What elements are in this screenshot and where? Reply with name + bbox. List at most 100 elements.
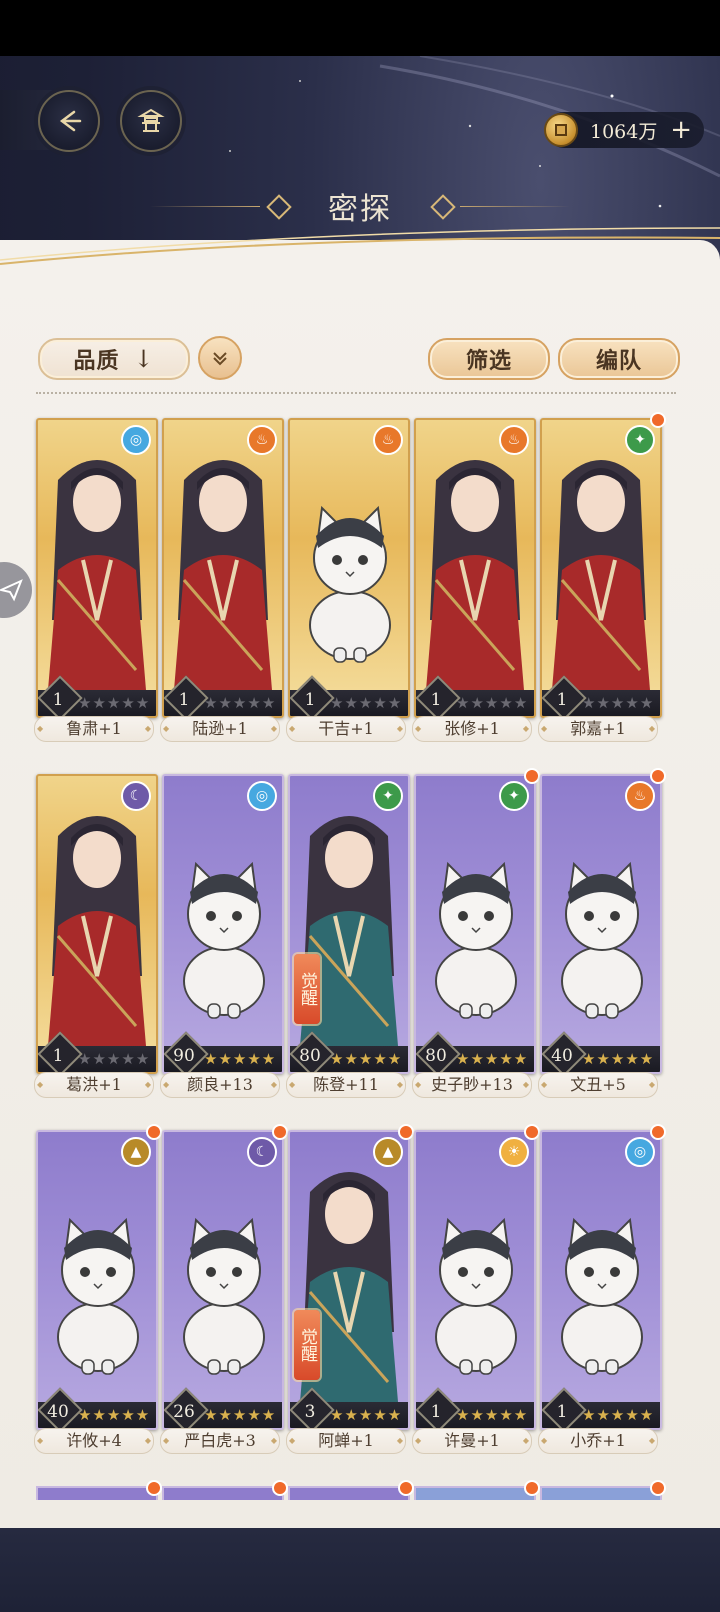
star-rating: ★★★★★: [204, 694, 277, 712]
character-card[interactable]: ☾ ★★★★★ 26: [162, 1130, 284, 1430]
title-row: 密探: [0, 184, 720, 227]
cat-portrait: [164, 776, 282, 1046]
fire-icon: ♨: [499, 425, 529, 455]
level-number: 90: [173, 1046, 195, 1066]
sort-order-toggle[interactable]: [198, 336, 242, 380]
star-rating: ★★★★★: [204, 1406, 277, 1424]
gold-swoosh-decoration: [0, 227, 720, 265]
back-button[interactable]: [38, 90, 100, 152]
level-number: 1: [52, 690, 64, 710]
character-card[interactable]: ♨ ★★★★★ 40: [540, 774, 662, 1074]
team-button[interactable]: 编队: [558, 338, 680, 380]
back-arrow-icon: [59, 110, 82, 132]
roster-panel: 品质 ↓ 筛选 编队 ◎ ★★★★★ 1 鲁肃+1 ♨ ★★★★★ 1 陆逊+1: [0, 227, 720, 1530]
water-icon: ◎: [121, 425, 151, 455]
cat-portrait: [416, 1132, 534, 1402]
character-card[interactable]: ♨ ★★★★★ 1: [288, 418, 410, 718]
character-card[interactable]: ☾ ★★★★★ 1: [36, 774, 158, 1074]
character-card[interactable]: [36, 1486, 158, 1500]
character-card[interactable]: ◎ ★★★★★ 1: [36, 418, 158, 718]
star-rating: ★★★★★: [582, 1406, 655, 1424]
character-card[interactable]: ✦ 觉醒 ★★★★★ 80: [288, 774, 410, 1074]
character-name: 颜良+13: [160, 1072, 280, 1098]
wood-icon: ✦: [373, 781, 403, 811]
character-card[interactable]: ◎ ★★★★★ 90: [162, 774, 284, 1074]
star-rating: ★★★★★: [456, 1050, 529, 1068]
notification-dot: [524, 1124, 540, 1140]
character-portrait: [542, 420, 660, 690]
notification-dot: [524, 1480, 540, 1496]
sort-quality-button[interactable]: 品质 ↓: [38, 338, 190, 380]
awakened-badge: 觉醒: [294, 1310, 320, 1380]
wood-icon: ✦: [499, 781, 529, 811]
awakened-badge: 觉醒: [294, 954, 320, 1024]
sun-icon: ☀: [499, 1137, 529, 1167]
home-button[interactable]: [120, 90, 182, 152]
cat-portrait: [416, 776, 534, 1046]
moon-icon: ☾: [247, 1137, 277, 1167]
character-name: 张修+1: [412, 716, 532, 742]
page-title: 密探: [328, 192, 392, 227]
star-rating: ★★★★★: [204, 1050, 277, 1068]
fire-icon: ♨: [373, 425, 403, 455]
earth-icon: ▲: [373, 1137, 403, 1167]
add-currency-button[interactable]: +: [670, 117, 692, 143]
pavilion-icon: [137, 108, 165, 132]
level-number: 40: [47, 1402, 69, 1422]
game-screen: 1064万 + 密探 品质 ↓ 筛选 编队 ◎ ★★★★★ 1 ◆ 鲁肃+1 ◆…: [0, 56, 720, 1612]
star-rating: ★★★★★: [456, 1406, 529, 1424]
currency-amount: 1064万: [590, 120, 658, 143]
character-name: 小乔+1: [538, 1428, 658, 1454]
character-name: 干吉+1: [286, 716, 406, 742]
character-card[interactable]: ▲ ★★★★★ 40: [36, 1130, 158, 1430]
character-card[interactable]: ☀ ★★★★★ 1: [414, 1130, 536, 1430]
notification-dot: [146, 1480, 162, 1496]
character-card[interactable]: [162, 1486, 284, 1500]
fire-icon: ♨: [625, 781, 655, 811]
notification-dot: [524, 768, 540, 784]
notification-dot: [398, 1124, 414, 1140]
character-card[interactable]: ♨ ★★★★★ 1: [414, 418, 536, 718]
character-portrait: [416, 420, 534, 690]
character-card[interactable]: ▲ 觉醒 ★★★★★ 3: [288, 1130, 410, 1430]
divider: [36, 392, 676, 394]
character-name: 郭嘉+1: [538, 716, 658, 742]
title-divider-right: [460, 206, 570, 207]
character-card[interactable]: ◎ ★★★★★ 1: [540, 1130, 662, 1430]
level-number: 80: [425, 1046, 447, 1066]
character-name: 许曼+1: [412, 1428, 532, 1454]
star-rating: ★★★★★: [78, 694, 151, 712]
notification-dot: [650, 768, 666, 784]
earth-icon: ▲: [121, 1137, 151, 1167]
star-rating: ★★★★★: [330, 1050, 403, 1068]
character-card[interactable]: ♨ ★★★★★ 1: [162, 418, 284, 718]
character-card[interactable]: [414, 1486, 536, 1500]
level-number: 1: [52, 1046, 64, 1066]
level-number: 1: [556, 1402, 568, 1422]
character-card[interactable]: [288, 1486, 410, 1500]
notification-dot: [650, 1124, 666, 1140]
notification-dot: [650, 412, 666, 428]
sort-label: 品质: [73, 348, 120, 374]
star-rating: ★★★★★: [78, 1406, 151, 1424]
character-portrait: [38, 776, 156, 1046]
notification-dot: [272, 1480, 288, 1496]
level-number: 40: [551, 1046, 573, 1066]
character-card[interactable]: [540, 1486, 662, 1500]
character-card[interactable]: ✦ ★★★★★ 80: [414, 774, 536, 1074]
sort-direction-icon: ↓: [133, 345, 155, 373]
level-number: 1: [430, 1402, 442, 1422]
filter-button[interactable]: 筛选: [428, 338, 550, 380]
star-rating: ★★★★★: [330, 694, 403, 712]
status-bar: [0, 0, 720, 56]
level-number: 80: [299, 1046, 321, 1066]
level-number: 1: [178, 690, 190, 710]
wood-icon: ✦: [625, 425, 655, 455]
character-card[interactable]: ✦ ★★★★★ 1: [540, 418, 662, 718]
cat-portrait: [164, 1132, 282, 1402]
character-portrait: [164, 420, 282, 690]
coin-icon: [544, 113, 578, 147]
character-name: 许攸+4: [34, 1428, 154, 1454]
level-number: 1: [304, 690, 316, 710]
team-label: 编队: [595, 348, 642, 374]
